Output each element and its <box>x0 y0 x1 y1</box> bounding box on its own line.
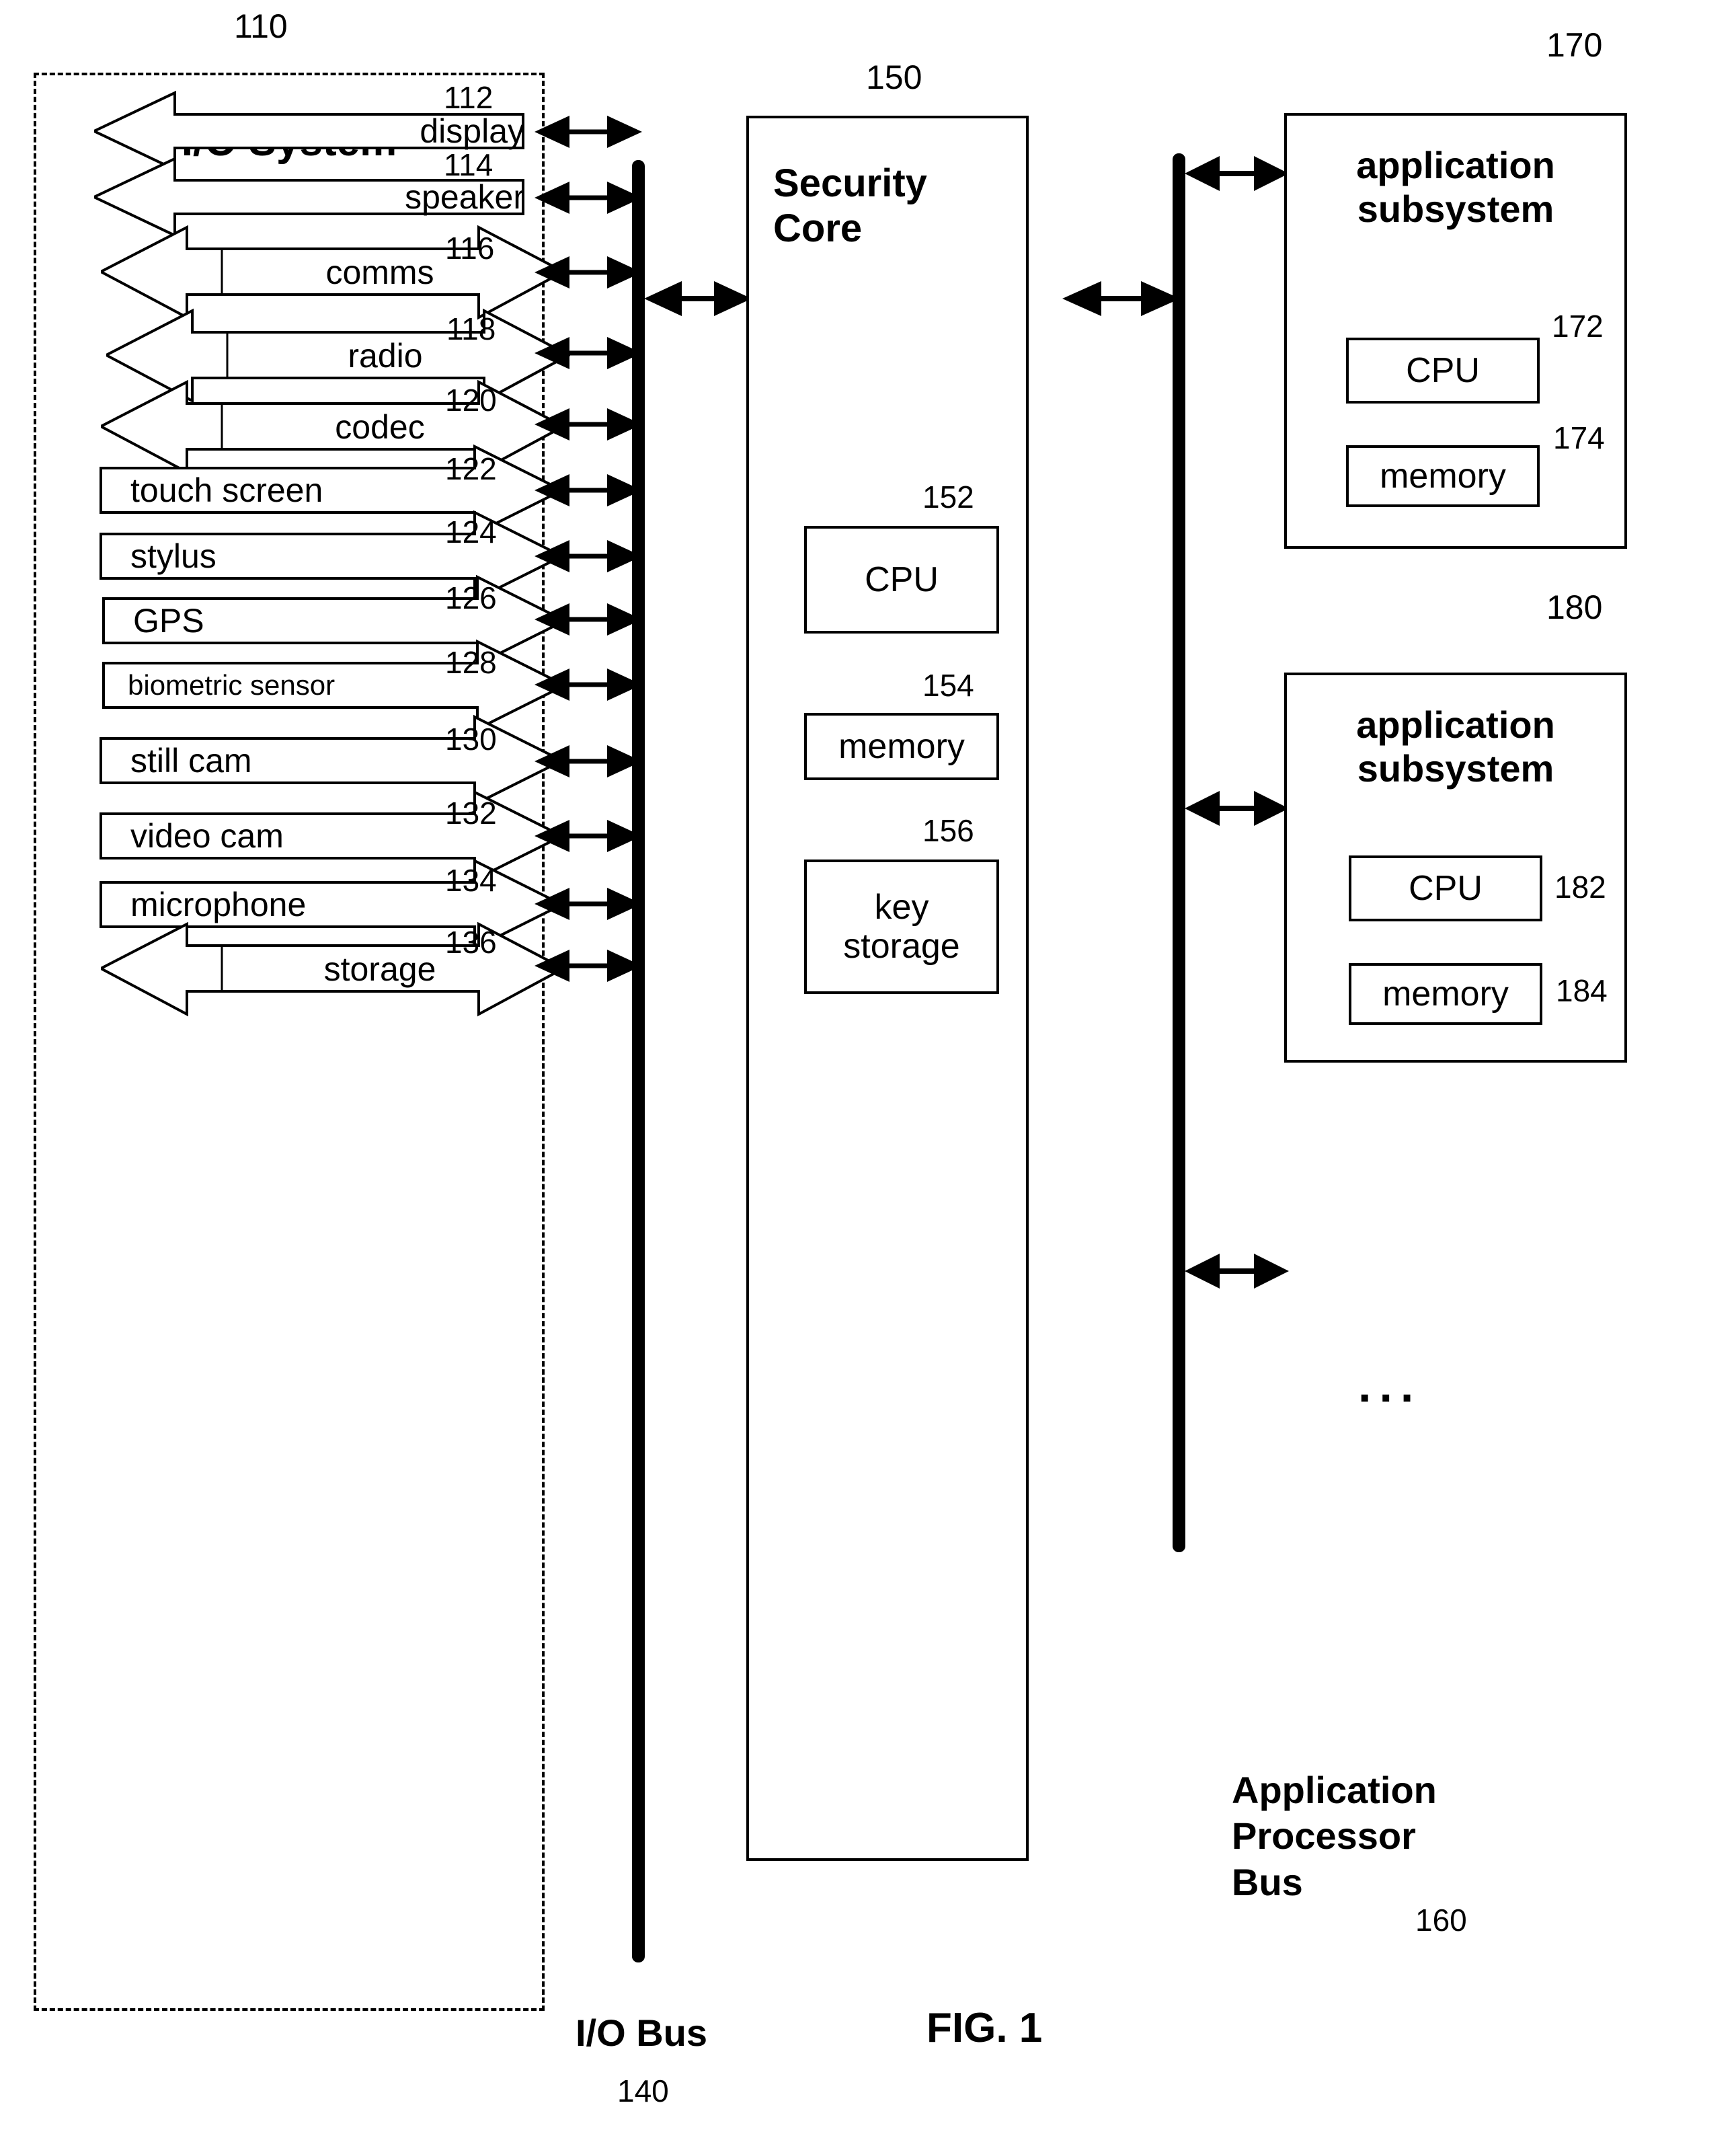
connector-still-cam-to-bus <box>535 742 642 784</box>
ref-134: 134 <box>445 863 497 898</box>
ref-180: 180 <box>1546 588 1603 626</box>
app-180-cpu-label: CPU <box>1409 868 1483 908</box>
connector-touch-screen-to-bus <box>535 471 642 512</box>
ref-126: 126 <box>445 580 497 615</box>
io-bus-label: I/O Bus <box>576 2012 708 2054</box>
ref-132: 132 <box>445 796 497 831</box>
patent-figure-page: 110 I/O System display 112 speaker 114 c… <box>0 0 1736 2138</box>
ref-150: 150 <box>866 59 922 96</box>
connector-gps-to-bus <box>535 601 642 642</box>
connector-app-bus-to-additional-subsystems <box>1185 1251 1289 1295</box>
security-core-cpu-box: CPU <box>804 526 999 634</box>
ref-156: 156 <box>922 813 974 848</box>
ref-160: 160 <box>1415 1903 1467 1938</box>
app-170-cpu-box: CPU <box>1346 338 1540 404</box>
security-core-memory-label: memory <box>838 726 965 766</box>
ref-128: 128 <box>445 645 497 680</box>
connector-stylus-to-bus <box>535 537 642 578</box>
connector-security-core-to-app-bus <box>1062 278 1180 322</box>
ref-140: 140 <box>617 2073 669 2108</box>
connector-app-bus-to-subsystem-170 <box>1185 153 1289 197</box>
ellipsis-more-subsystems: ... <box>1358 1359 1422 1412</box>
application-processor-bus-line <box>1173 153 1185 1552</box>
ref-120: 120 <box>445 383 497 418</box>
connector-biometric-sensor-to-bus <box>535 666 642 707</box>
app-180-memory-label: memory <box>1382 974 1509 1014</box>
ref-154: 154 <box>922 668 974 703</box>
connector-storage-to-bus <box>535 947 642 988</box>
connector-speaker-to-bus <box>535 179 642 220</box>
ref-122: 122 <box>445 451 497 486</box>
app-170-cpu-label: CPU <box>1406 350 1480 390</box>
connector-microphone-to-bus <box>535 885 642 926</box>
connector-app-bus-to-subsystem-180 <box>1185 788 1289 832</box>
application-subsystem-180-title: application subsystem <box>1356 703 1555 790</box>
application-processor-bus-label: Application Processor Bus <box>1232 1769 1437 1903</box>
app-170-memory-label: memory <box>1380 456 1506 496</box>
connector-codec-to-bus <box>535 406 642 447</box>
ref-112: 112 <box>444 80 494 115</box>
ref-174: 174 <box>1553 420 1605 455</box>
app-170-memory-box: memory <box>1346 445 1540 507</box>
app-180-memory-box: memory <box>1349 963 1542 1025</box>
ref-124: 124 <box>445 514 497 549</box>
ref-136: 136 <box>445 925 497 960</box>
ref-172: 172 <box>1552 309 1604 344</box>
security-core-title: Security Core <box>773 161 927 250</box>
ref-170: 170 <box>1546 26 1603 64</box>
connector-io-bus-to-security-core <box>644 278 752 322</box>
connector-video-cam-to-bus <box>535 817 642 858</box>
ref-110: 110 <box>234 7 288 45</box>
security-core-key-storage-label: key storage <box>843 887 960 966</box>
security-core-cpu-label: CPU <box>865 560 939 599</box>
ref-184: 184 <box>1556 973 1608 1008</box>
ref-114: 114 <box>444 147 494 182</box>
security-core-memory-box: memory <box>804 713 999 780</box>
security-core-key-storage-box: key storage <box>804 860 999 994</box>
connector-comms-to-bus <box>535 254 642 295</box>
connector-radio-to-bus <box>535 334 642 375</box>
application-subsystem-170-title: application subsystem <box>1356 144 1555 230</box>
figure-caption: FIG. 1 <box>926 2005 1043 2051</box>
ref-152: 152 <box>922 480 974 514</box>
app-180-cpu-box: CPU <box>1349 855 1542 921</box>
ref-130: 130 <box>445 722 497 757</box>
ref-182: 182 <box>1554 870 1606 905</box>
connector-display-to-bus <box>535 113 642 154</box>
ref-118: 118 <box>446 311 496 346</box>
ref-116: 116 <box>445 231 495 266</box>
